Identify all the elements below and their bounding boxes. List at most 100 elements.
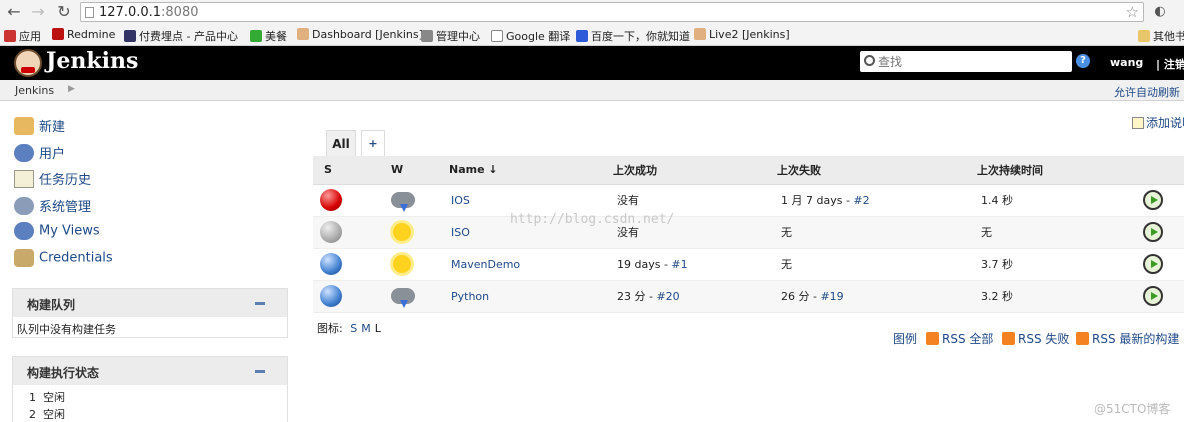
app-title[interactable]: Jenkins [46,48,138,74]
admin-icon [421,30,433,42]
column-last-failure[interactable]: 上次失败 [777,156,977,185]
watermark-center: http://blog.csdn.net/ [510,212,675,227]
table-row: IOS 没有 1 月 7 days - #2 1.4 秒 [313,184,1184,217]
user-link[interactable]: wang [1110,56,1143,69]
address-text: 127.0.0.1:8080 [99,5,199,20]
last-failure: 26 分 - #19 [777,280,977,313]
column-last-success[interactable]: 上次成功 [613,156,777,185]
bookmark-dashboard[interactable]: Dashboard [Jenkins] [297,28,423,41]
job-link[interactable]: MavenDemo [451,258,520,271]
weather-sunny-icon[interactable] [393,255,411,273]
tab-add-view[interactable]: + [361,130,385,156]
build-now-icon[interactable] [1143,286,1163,306]
executor-pane: 构建执行状态 1 空闲 2 空闲 [12,356,288,422]
address-bar[interactable]: 127.0.0.1:8080 ☆ [80,2,1144,22]
bookmark-baidu[interactable]: 百度一下，你就知道 [576,28,690,44]
back-icon[interactable]: ← [4,2,24,22]
status-disabled-icon[interactable] [320,221,342,243]
reload-icon[interactable]: ↻ [54,2,74,22]
status-success-icon[interactable] [320,285,342,307]
column-status[interactable]: S [313,156,381,185]
weather-storm-icon[interactable] [391,288,415,308]
jenkins-icon [297,28,309,40]
bookmark-payment[interactable]: 付费埋点 - 产品中心 [124,28,238,44]
table-row: Python 23 分 - #20 26 分 - #19 3.2 秒 [313,280,1184,313]
autorefresh-link[interactable]: 允许自动刷新 [1114,84,1180,100]
task-new[interactable]: 新建 [14,116,65,136]
build-now-icon[interactable] [1143,222,1163,242]
build-queue-title: 构建队列 [27,298,76,312]
legend-link[interactable]: 图例 [893,330,917,347]
column-last-duration[interactable]: 上次持续时间 [977,156,1135,185]
users-icon [14,143,34,162]
rss-icon [1076,332,1089,345]
browser-toolbar: ← → ↻ 127.0.0.1:8080 ☆ ◐ [0,0,1184,24]
weather-storm-icon[interactable] [391,192,415,212]
bookmark-star-icon[interactable]: ☆ [1126,3,1139,21]
build-queue-empty: 队列中没有构建任务 [17,323,116,336]
folder-icon [1138,30,1150,42]
last-failure: 无 [777,248,977,281]
bookmark-admin[interactable]: 管理中心 [421,28,480,44]
column-weather[interactable]: W [381,156,447,185]
breadcrumb-arrow-icon[interactable]: ▶ [68,84,75,94]
task-manage[interactable]: 系统管理 [14,196,91,216]
build-now-icon[interactable] [1143,190,1163,210]
job-link[interactable]: Python [451,290,489,303]
icon-size-s[interactable]: S [350,322,357,335]
weather-sunny-icon[interactable] [393,223,411,241]
column-name[interactable]: Name ↓ [447,156,613,185]
edit-icon [1132,117,1144,129]
rss-all-link[interactable]: RSS 全部 [926,330,993,347]
apps-icon [4,30,16,42]
add-description-link[interactable]: 添加说明 [1132,114,1184,131]
bookmark-google-translate[interactable]: Google 翻译 [491,28,570,44]
bookmark-live2[interactable]: Live2 [Jenkins] [694,28,790,41]
job-link[interactable]: IOS [451,194,470,207]
search-input[interactable] [878,53,1068,70]
logout-link[interactable]: | 注销 [1156,56,1184,72]
build-link[interactable]: #2 [853,194,869,207]
last-duration: 1.4 秒 [977,184,1135,217]
help-icon[interactable]: ? [1076,54,1090,68]
build-now-icon[interactable] [1143,254,1163,274]
task-credentials[interactable]: Credentials [14,249,113,269]
credentials-icon [14,249,34,267]
new-item-icon [14,116,34,135]
task-build-history[interactable]: 任务历史 [14,169,91,189]
status-failed-icon[interactable] [320,189,342,211]
collapse-icon[interactable] [255,302,265,305]
bookmark-redmine[interactable]: Redmine [52,28,115,41]
jenkins-icon [694,28,706,40]
meican-icon [250,30,262,42]
job-link[interactable]: ISO [451,226,470,239]
bookmark-apps[interactable]: 应用 [4,28,41,44]
jenkins-logo-icon[interactable] [14,49,42,77]
watermark-corner: @51CTO博客 [1094,402,1171,416]
build-link[interactable]: #1 [671,258,687,271]
last-duration: 3.2 秒 [977,280,1135,313]
build-link[interactable]: #19 [820,290,843,303]
icon-size-m[interactable]: M [361,322,371,335]
rss-fail-link[interactable]: RSS 失败 [1002,330,1069,347]
task-my-views[interactable]: My Views [14,222,100,242]
last-failure: 1 月 7 days - #2 [777,184,977,217]
user-icon [14,222,34,240]
tab-all[interactable]: All [326,130,356,156]
build-link[interactable]: #20 [656,290,679,303]
extension-icon[interactable]: ◐ [1150,2,1170,22]
last-success: 23 分 - #20 [613,280,777,313]
bookmark-other[interactable]: 其他书 [1138,28,1184,44]
executor-title[interactable]: 构建执行状态 [27,364,99,381]
collapse-icon[interactable] [255,370,265,373]
rss-latest-link[interactable]: RSS 最新的构建 [1076,330,1179,347]
breadcrumb-jenkins[interactable]: Jenkins [15,84,54,97]
build-queue-pane: 构建队列 队列中没有构建任务 [12,288,288,338]
redmine-icon [52,28,64,40]
icon-size-label: 图标: [317,322,343,335]
gear-icon [14,196,34,215]
status-success-icon[interactable] [320,253,342,275]
bookmark-meican[interactable]: 美餐 [250,28,287,44]
forward-icon[interactable]: → [28,2,48,22]
task-users[interactable]: 用户 [14,143,65,163]
